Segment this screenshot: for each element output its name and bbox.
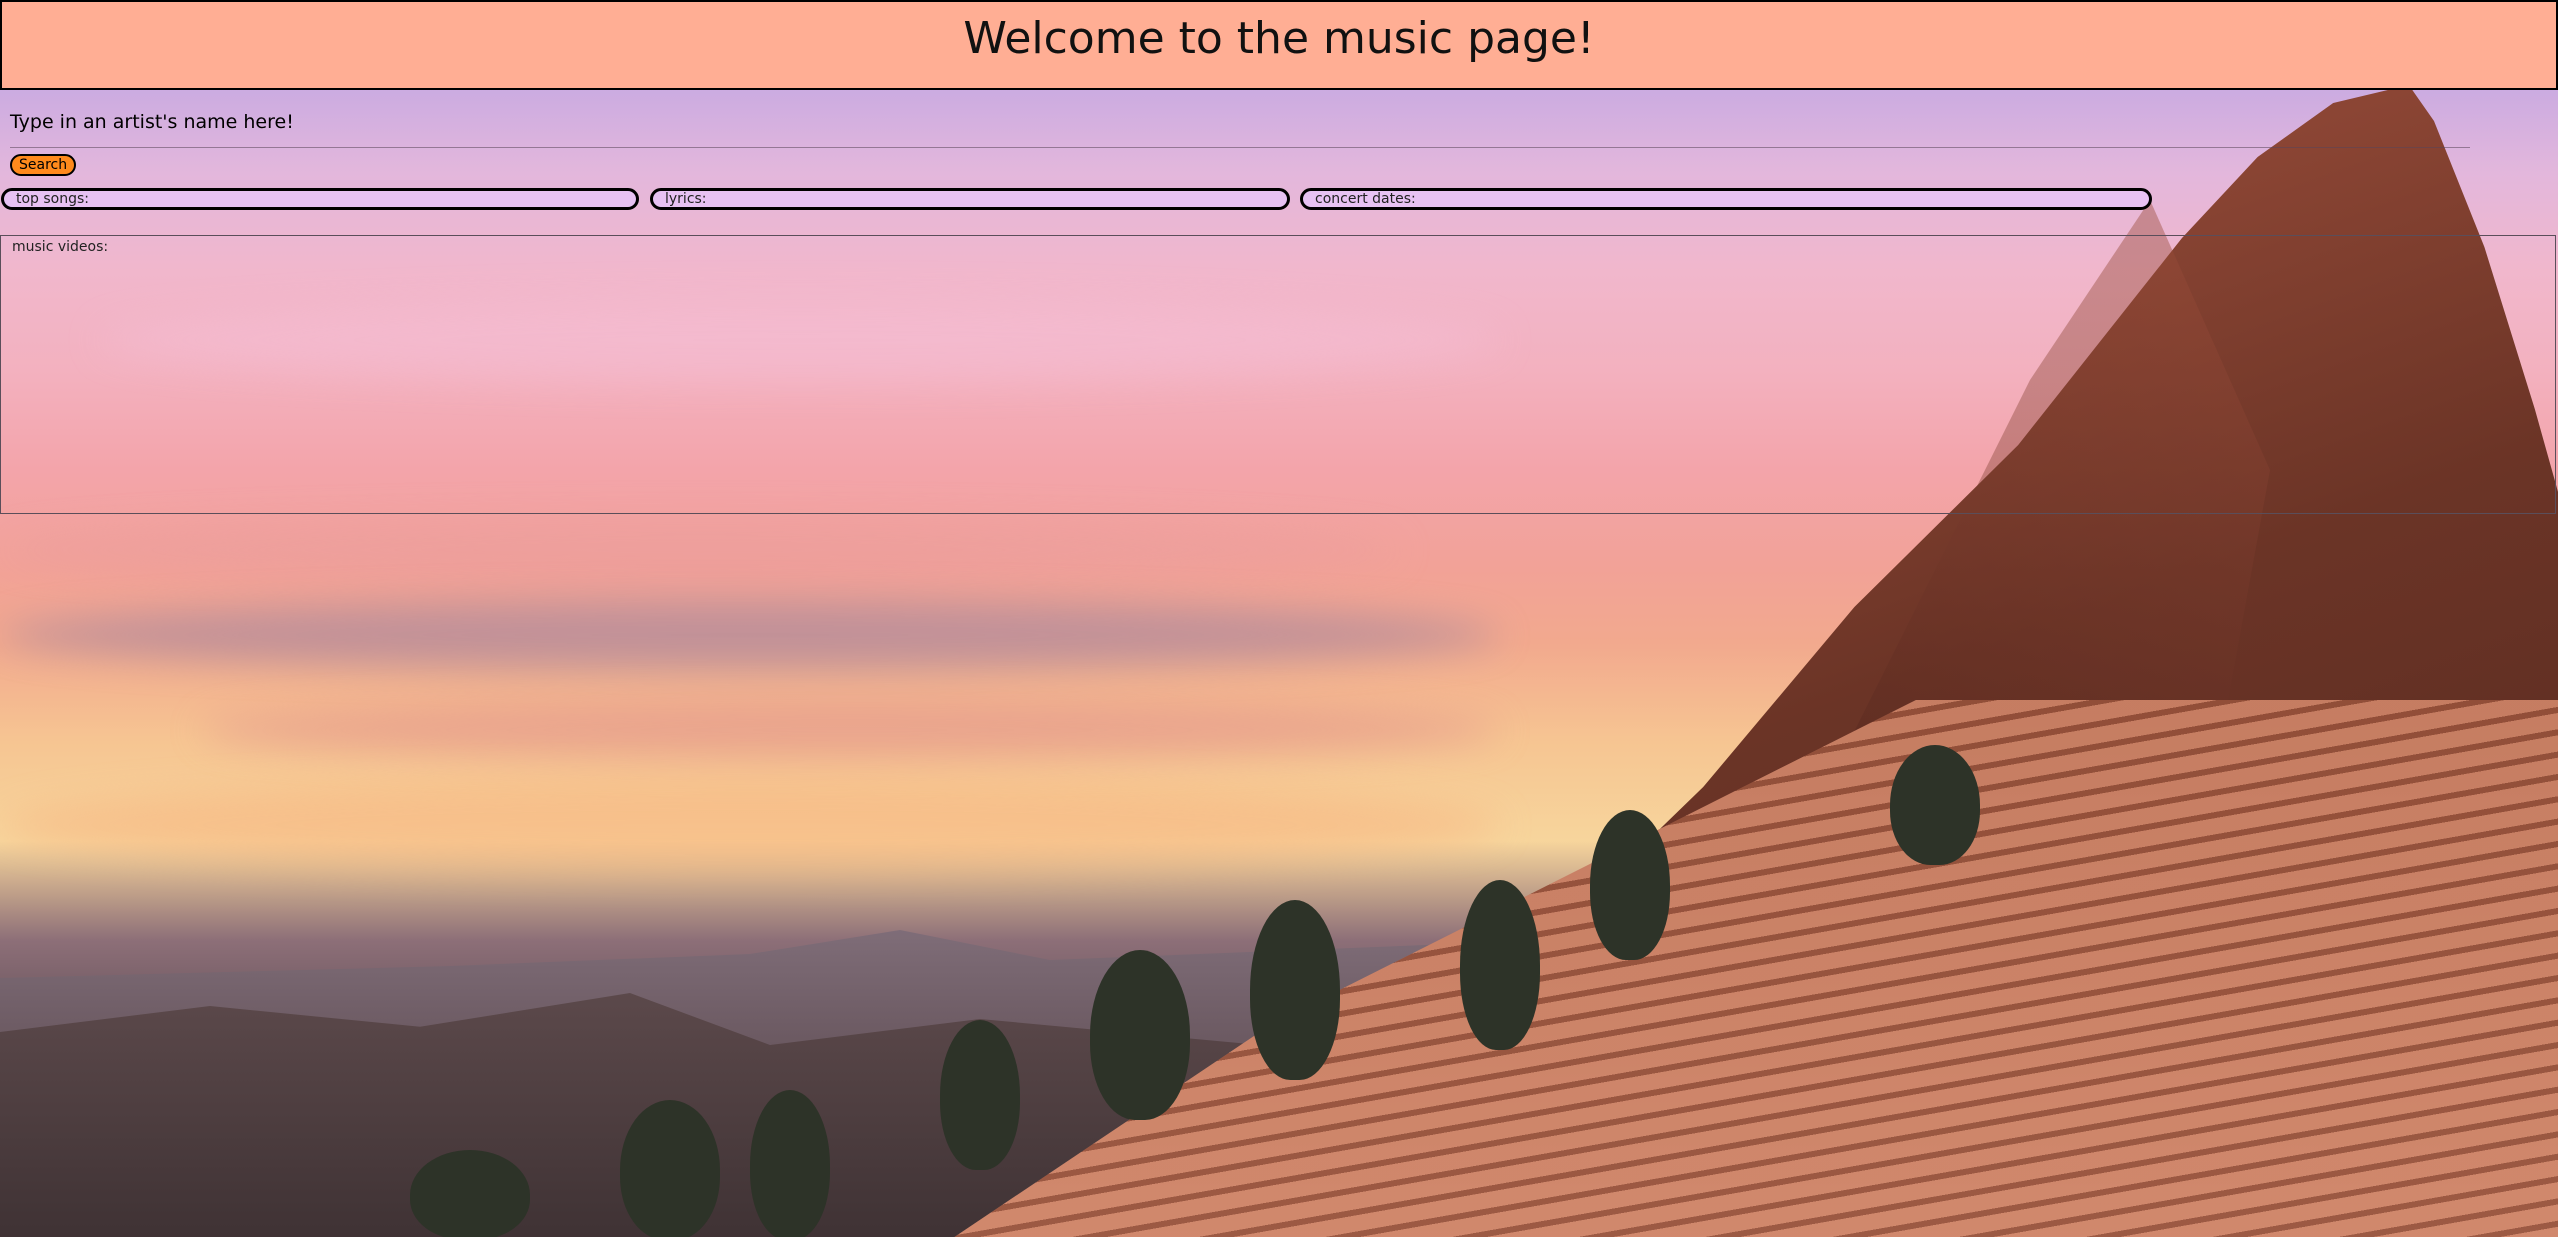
tree [940,1020,1020,1170]
search-button[interactable]: Search [10,154,77,176]
top-songs-box: top songs: [1,188,639,210]
music-videos-panel: music videos: [0,235,2556,514]
page-title: Welcome to the music page! [963,12,1595,64]
lyrics-label: lyrics: [665,191,707,207]
tree [620,1100,720,1237]
tree [410,1150,530,1237]
tree [1890,745,1980,865]
artist-prompt-label: Type in an artist's name here! [10,111,294,133]
tree [1250,900,1340,1080]
music-videos-label: music videos: [12,239,109,255]
tree [1090,950,1190,1120]
cloud-band [0,780,1500,870]
cloud-band [0,520,1400,580]
cloud-band [200,700,1500,760]
tree [750,1090,830,1237]
concert-dates-box: concert dates: [1300,188,2152,210]
background-photo [0,0,2558,1237]
top-songs-label: top songs: [16,191,90,207]
concert-dates-label: concert dates: [1315,191,1416,207]
lyrics-box: lyrics: [650,188,1290,210]
cloud-band [0,600,1500,670]
artist-name-input[interactable] [10,137,2470,148]
tree [1460,880,1540,1050]
tree [1590,810,1670,960]
page-header: Welcome to the music page! [0,0,2558,90]
